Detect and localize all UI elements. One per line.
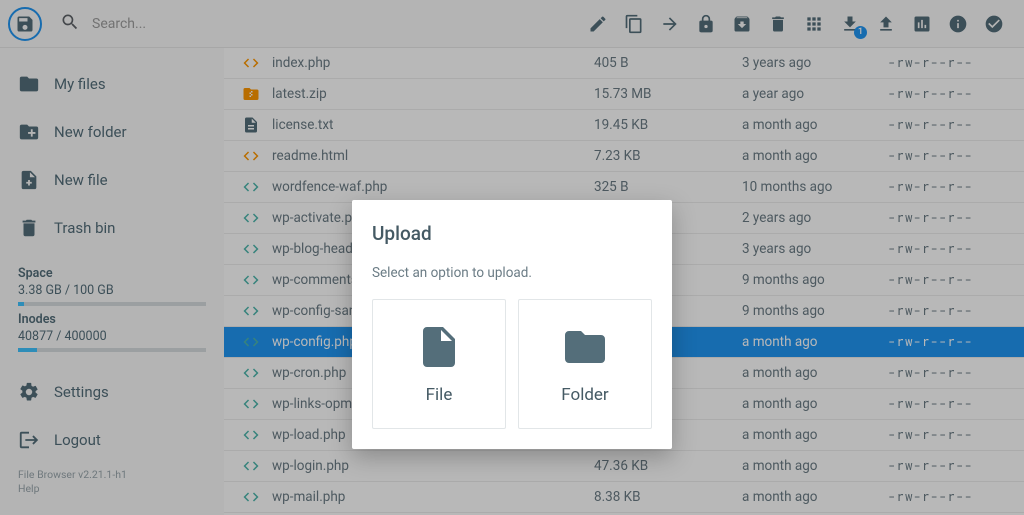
file-icon (415, 323, 463, 371)
folder-icon (561, 323, 609, 371)
dialog-subtitle: Select an option to upload. (372, 265, 652, 281)
upload-folder-label: Folder (561, 385, 608, 405)
dialog-title: Upload (372, 222, 652, 245)
upload-file-card[interactable]: File (372, 299, 506, 429)
upload-dialog: Upload Select an option to upload. File … (352, 200, 672, 449)
upload-file-label: File (426, 385, 453, 405)
upload-folder-card[interactable]: Folder (518, 299, 652, 429)
